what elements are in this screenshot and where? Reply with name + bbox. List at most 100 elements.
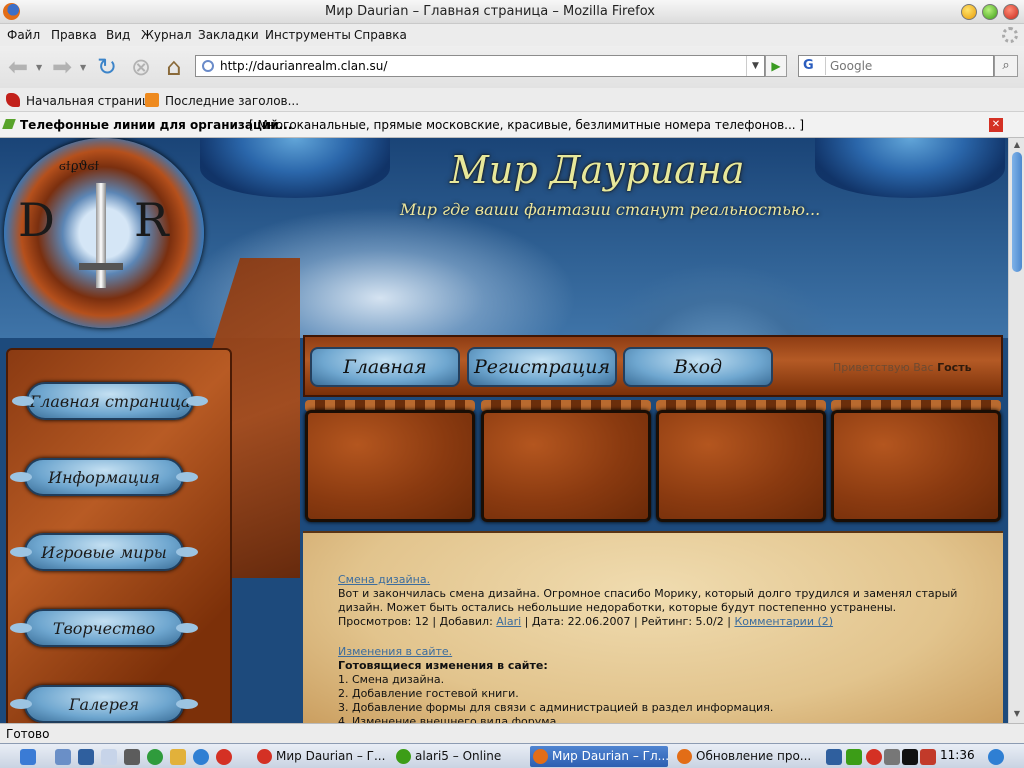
back-history-dropdown[interactable]: ▼ [36, 63, 42, 72]
calendar-icon[interactable] [78, 749, 94, 765]
url-input[interactable] [220, 58, 740, 74]
news-heading: Готовящиеся изменения в сайте: [338, 659, 548, 672]
left-menu-creativity[interactable]: Творчество [10, 609, 198, 647]
alien-icon[interactable] [124, 749, 140, 765]
finder-icon[interactable] [55, 749, 71, 765]
task-button[interactable]: alari5 – Online [393, 746, 523, 767]
sword-icon [96, 183, 106, 288]
task-button[interactable]: Обновление про... [674, 746, 814, 767]
comments-link[interactable]: Комментарии (2) [734, 615, 833, 628]
info-box [656, 410, 826, 522]
firefox-icon [533, 749, 548, 764]
vertical-scrollbar[interactable]: ▲ ▼ [1008, 138, 1024, 723]
news-area: Смена дизайна. Вот и закончилась смена д… [303, 531, 1003, 723]
icq-icon [396, 749, 411, 764]
news-title-link[interactable]: Смена дизайна. [338, 573, 430, 586]
scroll-thumb[interactable] [1012, 152, 1022, 272]
news-list: Смена дизайна. Вот и закончилась смена д… [338, 573, 968, 723]
search-engine-selector[interactable]: G [800, 57, 826, 75]
globe-icon[interactable] [147, 749, 163, 765]
menu-tools[interactable]: Инструменты [265, 28, 351, 42]
search-button[interactable]: ⌕ [994, 55, 1018, 77]
ie-icon[interactable] [193, 749, 209, 765]
menu-view[interactable]: Вид [106, 28, 130, 42]
opera-tray-icon[interactable] [866, 749, 882, 765]
scroll-down-arrow[interactable]: ▼ [1011, 709, 1023, 721]
terminal-icon[interactable] [902, 749, 918, 765]
left-menu-gallery[interactable]: Галерея [10, 685, 198, 723]
left-menu-main-page[interactable]: Главная страница [12, 382, 208, 420]
status-bar: Готово [0, 723, 1024, 743]
info-box [305, 410, 475, 522]
nav-register[interactable]: Регистрация [467, 347, 617, 387]
url-dropdown-button[interactable]: ▼ [746, 56, 764, 76]
back-arrow-icon: ⬅ [7, 53, 29, 81]
title-bar: Мир Daurian – Главная страница – Mozilla… [0, 0, 1024, 24]
author-link[interactable]: Alari [496, 615, 521, 628]
forward-history-dropdown[interactable]: ▼ [80, 63, 86, 72]
word-icon[interactable] [101, 749, 117, 765]
info-box [831, 410, 1001, 522]
messenger-icon[interactable] [170, 749, 186, 765]
ad-text[interactable]: [ Многоканальные, прямые московские, кра… [249, 118, 804, 132]
nav-login[interactable]: Вход [623, 347, 773, 387]
greeting-text: Приветствую Вас Гость [833, 361, 972, 374]
menu-edit[interactable]: Правка [51, 28, 97, 42]
left-menu-game-worlds[interactable]: Игровые миры [10, 533, 198, 571]
ornament-left [200, 138, 390, 198]
menu-file[interactable]: Файл [7, 28, 40, 42]
task-label: Мир Daurian – Г... [276, 749, 386, 763]
diamond-icon[interactable] [920, 749, 936, 765]
task-label: Обновление про... [696, 749, 812, 763]
bookmark-latest-headlines[interactable]: Последние заголов... [145, 93, 299, 108]
top-navigation: Главная Регистрация Вход Приветствую Вас… [303, 335, 1003, 397]
taskbar: Мир Daurian – Г... alari5 – Online Мир D… [0, 743, 1024, 768]
maximize-button[interactable] [982, 4, 998, 20]
greeting-prefix: Приветствую Вас [833, 361, 934, 374]
search-input[interactable] [830, 58, 990, 74]
firefox-icon [677, 749, 692, 764]
nav-main[interactable]: Главная [310, 347, 460, 387]
back-button[interactable]: ⬅ [4, 53, 32, 81]
menu-history[interactable]: Журнал [141, 28, 192, 42]
news-list-item: 4. Изменение внешнего вида форума. [338, 715, 560, 723]
news-meta-middle: | Дата: 22.06.2007 | Рейтинг: 5.0/2 | [521, 615, 735, 628]
network-icon[interactable] [826, 749, 842, 765]
menu-bookmarks[interactable]: Закладки [198, 28, 259, 42]
search-bar[interactable]: G [798, 55, 994, 77]
go-button[interactable]: ▶ [765, 55, 787, 77]
site-logo[interactable]: ϭϯϼϑϭϯ D R [4, 138, 204, 328]
minimize-button[interactable] [961, 4, 977, 20]
apple-menu-icon[interactable] [20, 749, 36, 765]
stop-button[interactable]: ⊗ [127, 53, 155, 81]
news-list-item: 3. Добавление формы для связи с админист… [338, 701, 774, 714]
stop-icon: ⊗ [130, 53, 152, 81]
scroll-up-arrow[interactable]: ▲ [1011, 140, 1023, 152]
bookmark-icon [6, 93, 20, 107]
volume-icon[interactable] [884, 749, 900, 765]
task-button-active[interactable]: Мир Daurian – Гл... [530, 746, 669, 767]
clock: 11:36 [940, 748, 975, 762]
logo-rune-text: ϭϯϼϑϭϯ [59, 159, 100, 174]
home-button[interactable]: ⌂ [160, 53, 188, 81]
spotlight-search-icon[interactable] [988, 749, 1004, 765]
close-window-button[interactable] [1003, 4, 1019, 20]
reload-icon: ↻ [96, 53, 118, 81]
icq-tray-icon[interactable] [846, 749, 862, 765]
bookmark-label: Начальная страница [26, 94, 158, 108]
navigation-toolbar: ⬅ ▼ ➡ ▼ ↻ ⊗ ⌂ ▼ ▶ G ⌕ [0, 46, 1024, 88]
forward-button[interactable]: ➡ [48, 53, 76, 81]
left-menu-information[interactable]: Информация [10, 458, 198, 496]
bookmark-start-page[interactable]: Начальная страница [6, 93, 158, 108]
opera-icon[interactable] [216, 749, 232, 765]
site-tagline: Мир где ваши фантазии станут реальностью… [400, 200, 821, 219]
menu-bar: Файл Правка Вид Журнал Закладки Инструме… [0, 24, 1024, 46]
ornament-right [815, 138, 1005, 198]
bookmarks-toolbar: Начальная страница Последние заголов... [0, 88, 1024, 112]
task-button[interactable]: Мир Daurian – Г... [254, 746, 389, 767]
news-title-link[interactable]: Изменения в сайте. [338, 645, 452, 658]
address-bar[interactable]: ▼ [195, 55, 765, 77]
menu-help[interactable]: Справка [354, 28, 407, 42]
reload-button[interactable]: ↻ [93, 53, 121, 81]
ad-close-icon[interactable]: ✕ [989, 118, 1003, 132]
